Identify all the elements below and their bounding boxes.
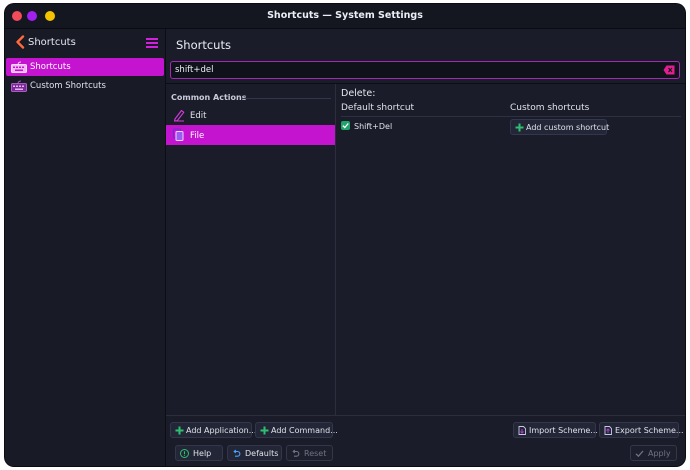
apply-button[interactable]: Apply xyxy=(630,445,677,461)
settings-window: Shortcuts — System Settings Shortcuts Sh… xyxy=(5,4,685,466)
column-divider xyxy=(341,116,681,117)
help-button[interactable]: Help xyxy=(175,445,223,461)
search-input[interactable] xyxy=(175,63,655,77)
checkmark-icon xyxy=(635,450,644,458)
page-title: Shortcuts xyxy=(176,38,231,52)
search-field[interactable] xyxy=(170,61,680,79)
sidebar-header: Shortcuts xyxy=(5,29,165,56)
action-title: Delete: xyxy=(341,88,376,99)
plus-icon xyxy=(515,123,524,132)
plus-icon xyxy=(260,426,269,435)
sidebar-title: Shortcuts xyxy=(28,37,76,48)
checkmark-icon xyxy=(342,123,349,129)
main-panel: Shortcuts Common Actions Edit xyxy=(166,29,685,466)
back-arrow-icon[interactable] xyxy=(14,35,26,49)
keyboard-icon xyxy=(11,80,27,92)
hamburger-menu-icon[interactable] xyxy=(146,38,158,48)
sidebar-item-shortcuts[interactable]: Shortcuts xyxy=(6,58,164,76)
list-item-label: File xyxy=(190,131,205,141)
sidebar: Shortcuts Shortcuts Custom Shortcuts xyxy=(5,29,166,466)
section-divider xyxy=(241,98,331,99)
shortcut-detail: Delete: Default shortcut Custom shortcut… xyxy=(336,84,685,416)
custom-shortcuts-header: Custom shortcuts xyxy=(510,103,590,113)
add-application-button[interactable]: Add Application... xyxy=(170,422,256,438)
sidebar-item-custom-shortcuts[interactable]: Custom Shortcuts xyxy=(6,77,164,95)
footer-divider xyxy=(166,415,685,416)
list-item-label: Edit xyxy=(190,111,207,121)
list-section-header: Common Actions xyxy=(171,93,247,102)
help-icon xyxy=(180,449,189,458)
document-import-icon xyxy=(518,426,526,435)
content-split: Common Actions Edit File Delete: Default… xyxy=(166,83,685,416)
default-shortcut-checkbox[interactable] xyxy=(341,121,350,130)
keyboard-icon xyxy=(11,61,27,73)
sidebar-item-label: Custom Shortcuts xyxy=(30,81,106,91)
import-scheme-button[interactable]: Import Scheme... xyxy=(513,422,598,438)
pencil-icon xyxy=(173,109,185,122)
clear-text-icon[interactable] xyxy=(663,65,675,75)
default-shortcut-label: Shift+Del xyxy=(354,122,393,131)
undo-icon xyxy=(233,449,241,457)
actions-list: Common Actions Edit File xyxy=(166,84,336,416)
add-command-button[interactable]: Add Command... xyxy=(255,422,338,438)
add-custom-shortcut-button[interactable]: Add custom shortcut xyxy=(510,119,609,135)
reset-button[interactable]: Reset xyxy=(286,445,333,461)
window-title: Shortcuts — System Settings xyxy=(267,10,423,21)
title-bar: Shortcuts — System Settings xyxy=(5,4,685,29)
plus-icon xyxy=(175,426,184,435)
export-scheme-button[interactable]: Export Scheme... xyxy=(599,422,684,438)
list-item-edit[interactable]: Edit xyxy=(166,105,335,125)
sidebar-item-label: Shortcuts xyxy=(30,62,71,72)
documents-icon xyxy=(173,128,184,141)
defaults-button[interactable]: Defaults xyxy=(227,445,282,461)
default-shortcut-header: Default shortcut xyxy=(341,103,415,113)
undo-icon xyxy=(292,449,300,457)
list-item-file[interactable]: File xyxy=(166,125,335,145)
document-export-icon xyxy=(604,426,612,435)
